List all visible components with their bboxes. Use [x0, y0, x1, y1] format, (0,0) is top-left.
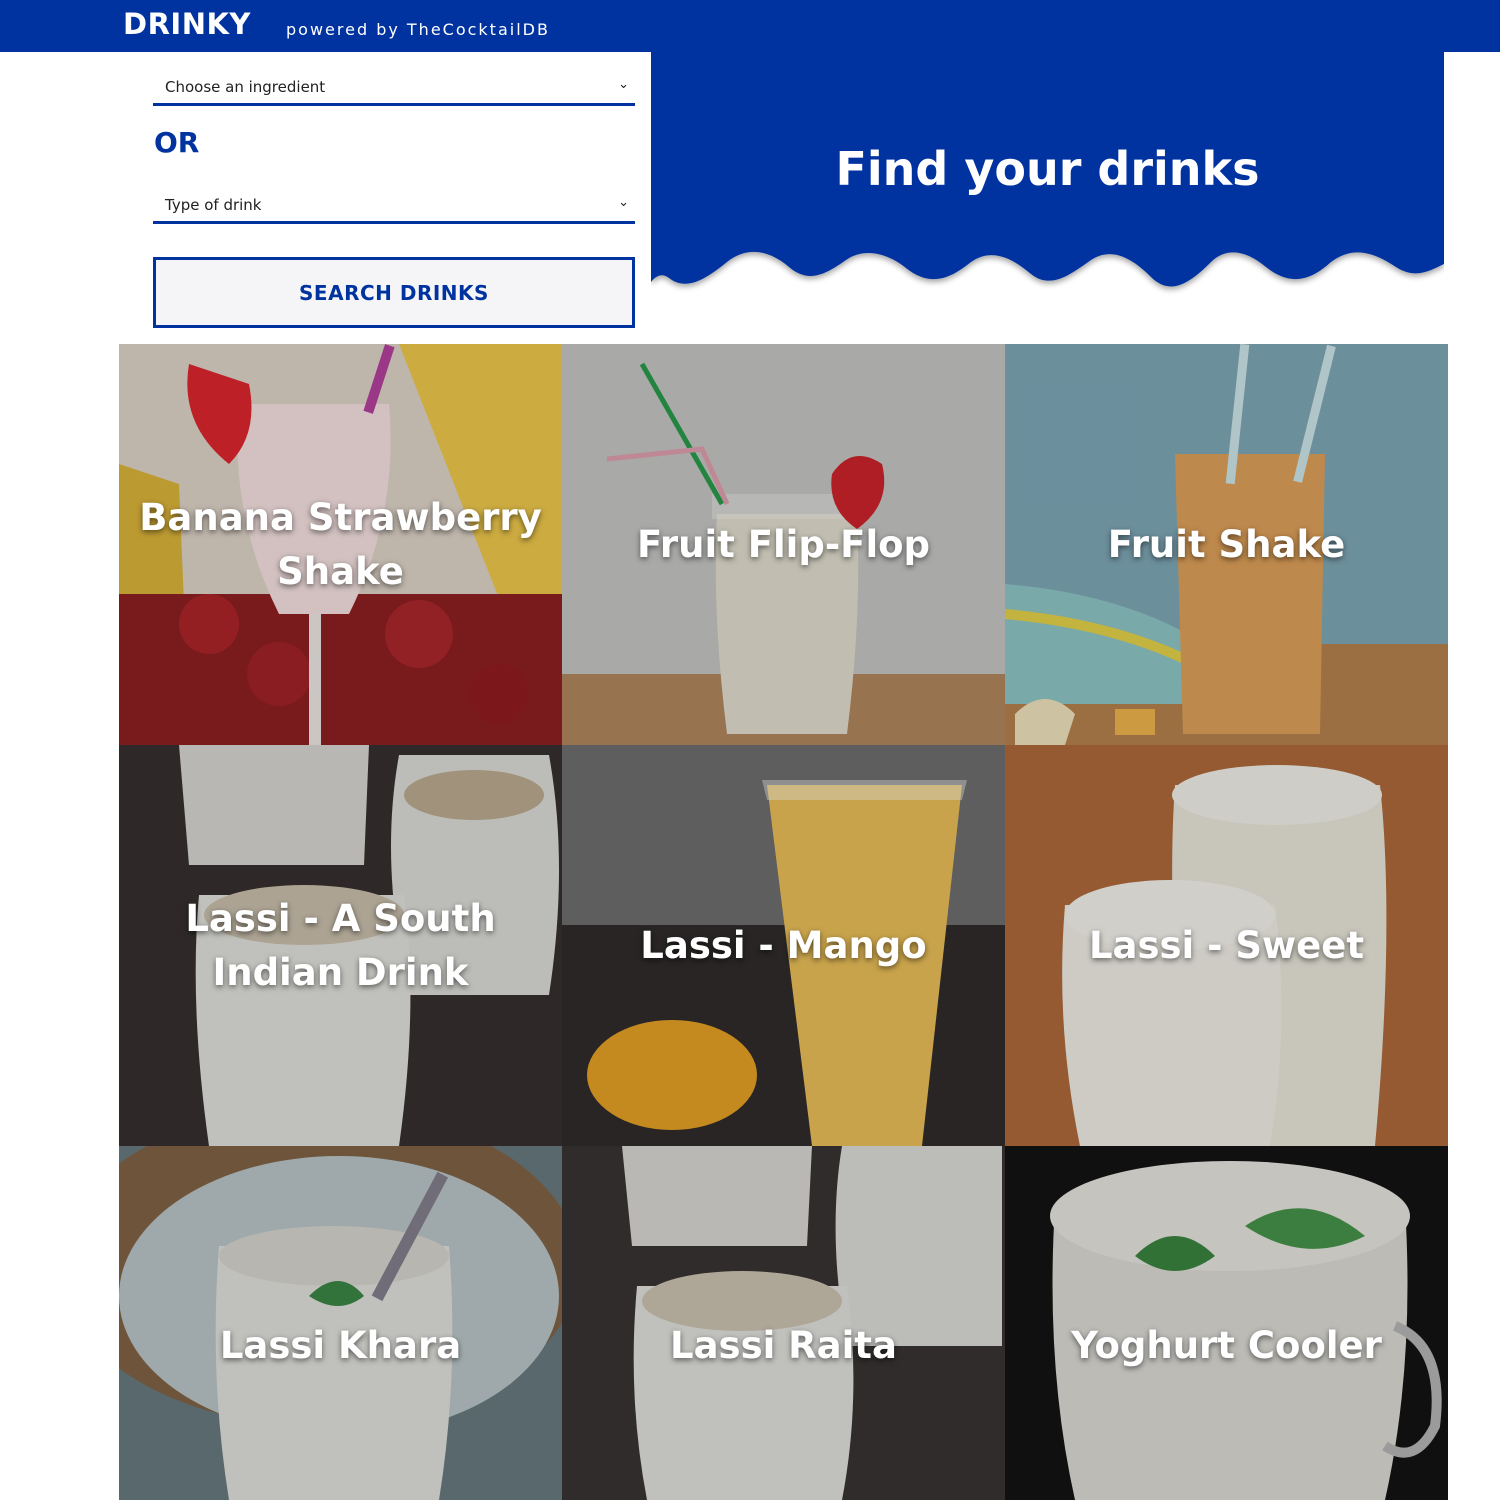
drink-card[interactable]: Lassi - A South Indian Drink	[119, 745, 562, 1146]
drink-type-select-value: Type of drink	[165, 196, 262, 214]
hero-title: Find your drinks	[835, 142, 1260, 196]
drink-card[interactable]: Lassi - Mango	[562, 745, 1005, 1146]
drinks-grid: Banana Strawberry Shake Fruit Flip-Flop	[119, 344, 1448, 1500]
search-drinks-button[interactable]: SEARCH DRINKS	[153, 257, 635, 328]
drink-name: Fruit Shake	[1107, 522, 1346, 566]
chevron-down-icon: ⌄	[618, 195, 629, 210]
or-label: OR	[154, 126, 200, 159]
drink-card[interactable]: Fruit Flip-Flop	[562, 344, 1005, 745]
drink-card[interactable]: Lassi - Sweet	[1005, 745, 1448, 1146]
ingredient-select-value: Choose an ingredient	[165, 78, 326, 96]
drink-card[interactable]: Banana Strawberry Shake	[119, 344, 562, 745]
hero-banner: Find your drinks	[651, 52, 1444, 302]
brand-logo[interactable]: DRINKY	[123, 7, 251, 41]
drink-name: Fruit Flip-Flop	[636, 522, 931, 566]
drink-card[interactable]: Lassi Raita	[562, 1146, 1005, 1500]
powered-by-text: powered by TheCocktailDB	[286, 20, 550, 39]
drink-name: Lassi Raita	[670, 1324, 897, 1368]
drink-card[interactable]: Fruit Shake	[1005, 344, 1448, 745]
drink-name: Lassi - Sweet	[1088, 923, 1365, 967]
top-header: DRINKY powered by TheCocktailDB	[0, 0, 1500, 52]
chevron-down-icon: ⌄	[618, 77, 629, 92]
ingredient-select[interactable]: Choose an ingredient ⌄	[153, 70, 635, 106]
drink-type-select[interactable]: Type of drink ⌄	[153, 188, 635, 224]
drink-name: Lassi Khara	[219, 1324, 462, 1368]
drink-name: Yoghurt Cooler	[1071, 1324, 1382, 1368]
drink-name: Lassi - A South Indian Drink	[185, 896, 496, 994]
drink-name: Lassi - Mango	[640, 923, 927, 967]
drink-card[interactable]: Yoghurt Cooler	[1005, 1146, 1448, 1500]
drink-name: Banana Strawberry Shake	[139, 495, 542, 593]
drink-card[interactable]: Lassi Khara	[119, 1146, 562, 1500]
